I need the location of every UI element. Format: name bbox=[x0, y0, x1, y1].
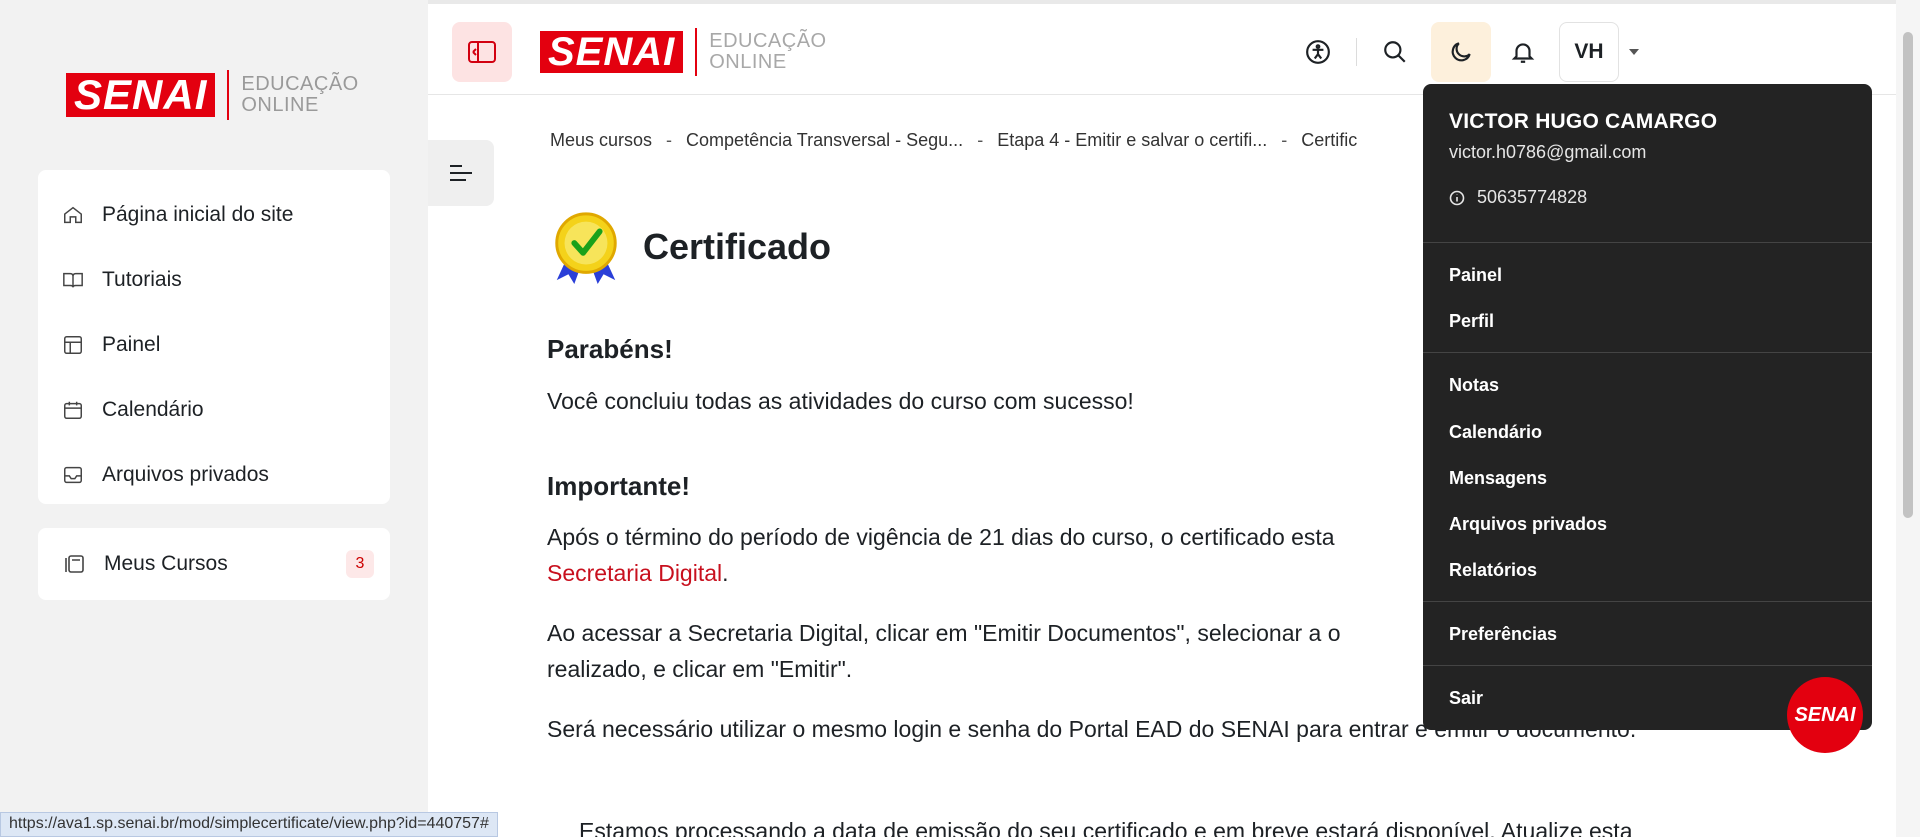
sidebar-item-label: Página inicial do site bbox=[102, 202, 294, 226]
dashboard-icon bbox=[64, 335, 82, 354]
notifications-button[interactable] bbox=[1493, 22, 1553, 82]
navbar-divider bbox=[1356, 38, 1357, 66]
dark-mode-button[interactable] bbox=[1431, 22, 1491, 82]
menu-item-perfil[interactable]: Perfil bbox=[1449, 311, 1494, 332]
menu-item-mensagens[interactable]: Mensagens bbox=[1449, 468, 1547, 489]
top-navbar: SENAI EDUCAÇÃO ONLINE VH bbox=[428, 0, 1896, 95]
access-text-line2: realizado, e clicar em "Emitir". bbox=[547, 656, 853, 682]
book-icon bbox=[63, 272, 83, 287]
breadcrumb-item[interactable]: Certific bbox=[1301, 130, 1357, 151]
sidebar-item-home[interactable]: Página inicial do site bbox=[38, 182, 390, 247]
breadcrumb-separator: - bbox=[977, 130, 984, 150]
brand-subtitle-line2: ONLINE bbox=[709, 51, 787, 73]
secretaria-digital-link[interactable]: Secretaria Digital bbox=[547, 560, 722, 586]
breadcrumb: Meus cursos - Competência Transversal - … bbox=[550, 130, 1357, 151]
user-email: victor.h0786@gmail.com bbox=[1449, 142, 1647, 162]
menu-item-relatorios[interactable]: Relatórios bbox=[1449, 560, 1537, 581]
breadcrumb-separator: - bbox=[1281, 130, 1288, 150]
breadcrumb-item[interactable]: Competência Transversal - Segu... bbox=[686, 130, 963, 151]
browser-status-url: https://ava1.sp.senai.br/mod/simplecerti… bbox=[0, 812, 498, 837]
user-full-name: VICTOR HUGO CAMARGO bbox=[1449, 110, 1718, 133]
page-scrollbar-thumb[interactable] bbox=[1903, 32, 1913, 518]
menu-divider bbox=[1423, 665, 1872, 666]
sidebar-item-tutoriais[interactable]: Tutoriais bbox=[38, 247, 390, 312]
breadcrumb-item[interactable]: Etapa 4 - Emitir e salvar o certifi... bbox=[997, 130, 1267, 151]
senai-floating-button[interactable]: SENAI bbox=[1787, 677, 1863, 753]
home-icon bbox=[64, 206, 82, 223]
breadcrumb-separator: - bbox=[666, 130, 673, 150]
navbar-actions: VH bbox=[1288, 22, 1639, 82]
breadcrumb-item[interactable]: Meus cursos bbox=[550, 130, 652, 151]
sidebar-item-arquivos-privados[interactable]: Arquivos privados bbox=[38, 442, 390, 507]
menu-lines-icon bbox=[450, 165, 472, 181]
search-button[interactable] bbox=[1365, 22, 1425, 82]
menu-divider bbox=[1423, 352, 1872, 353]
navbar-brand-logo[interactable]: SENAI EDUCAÇÃO ONLINE bbox=[540, 28, 827, 76]
page-header: Certificado bbox=[547, 208, 831, 286]
sidebar-item-label: Calendário bbox=[102, 397, 204, 421]
drawer-toggle-button[interactable] bbox=[452, 22, 512, 82]
chevron-down-icon[interactable] bbox=[1629, 49, 1639, 55]
calendar-icon bbox=[64, 401, 82, 419]
user-id: 50635774828 bbox=[1477, 187, 1588, 207]
sidebar-item-painel[interactable]: Painel bbox=[38, 312, 390, 377]
meus-cursos-label: Meus Cursos bbox=[104, 552, 228, 575]
sidebar-item-meus-cursos[interactable]: Meus Cursos 3 bbox=[38, 528, 390, 600]
sidebar-item-calendario[interactable]: Calendário bbox=[38, 377, 390, 442]
brand-subtitle-line1: EDUCAÇÃO bbox=[241, 73, 359, 95]
congrats-text: Você concluiu todas as atividades do cur… bbox=[547, 388, 1134, 414]
access-text-line1: Ao acessar a Secretaria Digital, clicar … bbox=[547, 620, 1341, 646]
secretaria-period: . bbox=[722, 560, 729, 586]
brand-divider bbox=[695, 28, 698, 76]
important-text: Após o término do período de vigência de… bbox=[547, 524, 1335, 550]
left-sidebar: SENAI EDUCAÇÃO ONLINE Página inicial do … bbox=[0, 0, 428, 837]
menu-divider bbox=[1423, 242, 1872, 243]
sidebar-brand-logo[interactable]: SENAI EDUCAÇÃO ONLINE bbox=[66, 70, 359, 120]
sidebar-item-label: Arquivos privados bbox=[102, 462, 269, 486]
congrats-heading: Parabéns! bbox=[547, 334, 673, 364]
brand-divider bbox=[227, 70, 230, 120]
sidebar-item-label: Tutoriais bbox=[102, 267, 182, 291]
processing-text: Estamos processando a data de emissão do… bbox=[579, 818, 1633, 837]
user-dropdown-menu: VICTOR HUGO CAMARGO victor.h0786@gmail.c… bbox=[1423, 84, 1872, 730]
accessibility-button[interactable] bbox=[1288, 22, 1348, 82]
courses-count-badge: 3 bbox=[346, 550, 374, 578]
info-icon bbox=[1449, 190, 1465, 205]
menu-divider bbox=[1423, 601, 1872, 602]
brand-subtitle-line1: EDUCAÇÃO bbox=[709, 30, 827, 52]
certificate-medal-icon bbox=[555, 212, 617, 285]
course-index-toggle[interactable] bbox=[428, 140, 494, 206]
sidebar-menu: Página inicial do site Tutoriais Painel … bbox=[38, 170, 390, 504]
senai-logo: SENAI bbox=[66, 73, 216, 117]
sidebar-toggle-icon bbox=[468, 41, 496, 63]
courses-icon bbox=[65, 555, 84, 573]
menu-item-calendario[interactable]: Calendário bbox=[1449, 422, 1542, 443]
menu-item-notas[interactable]: Notas bbox=[1449, 375, 1499, 396]
user-id-row: 50635774828 bbox=[1449, 187, 1587, 208]
search-icon bbox=[1384, 41, 1406, 63]
sidebar-item-label: Painel bbox=[102, 332, 161, 356]
menu-item-painel[interactable]: Painel bbox=[1449, 265, 1502, 286]
brand-subtitle-line2: ONLINE bbox=[241, 94, 319, 116]
menu-item-sair[interactable]: Sair bbox=[1449, 688, 1483, 709]
brand-subtitle: EDUCAÇÃO ONLINE bbox=[241, 74, 358, 116]
bell-icon bbox=[1511, 43, 1535, 63]
inbox-icon bbox=[64, 466, 82, 483]
page-title: Certificado bbox=[643, 226, 832, 267]
menu-item-arquivos-privados[interactable]: Arquivos privados bbox=[1449, 514, 1607, 535]
secretaria-line: Secretaria Digital. bbox=[547, 555, 729, 591]
user-avatar-button[interactable]: VH bbox=[1559, 22, 1619, 82]
important-heading: Importante! bbox=[547, 471, 690, 501]
moon-icon bbox=[1451, 42, 1471, 62]
menu-item-preferencias[interactable]: Preferências bbox=[1449, 624, 1557, 645]
brand-subtitle: EDUCAÇÃO ONLINE bbox=[709, 31, 826, 73]
accessibility-icon bbox=[1306, 40, 1330, 64]
senai-logo: SENAI bbox=[540, 31, 684, 73]
